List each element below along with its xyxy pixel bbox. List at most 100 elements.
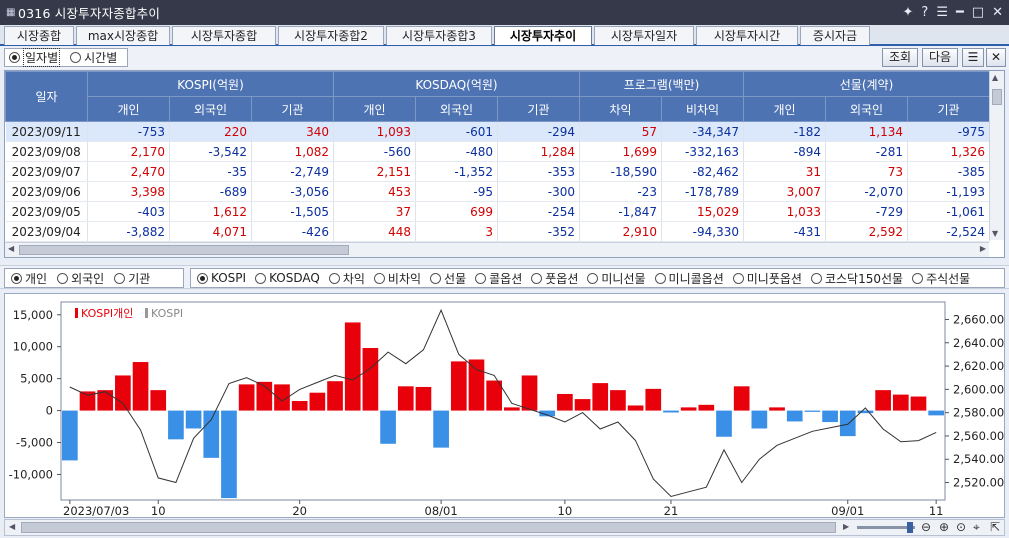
market-radio[interactable]: 콜옵션 <box>475 270 522 287</box>
bar[interactable] <box>627 405 644 411</box>
table-row[interactable]: 2023/09/11 -753 220 340 1,093 -601 -294 57 -34,3… <box>5 121 990 142</box>
bar[interactable] <box>468 359 485 411</box>
column-header[interactable]: 기관 <box>497 96 580 122</box>
zoom-slider-handle[interactable] <box>907 522 913 533</box>
table-row[interactable]: 2023/09/08 2,170 -3,542 1,082 -560 -480 1,284 1… <box>5 141 990 162</box>
tab-market-investor-trend[interactable]: 시장투자추이 <box>494 26 592 45</box>
bar[interactable] <box>362 347 379 411</box>
bar[interactable] <box>309 392 326 411</box>
investor-radio[interactable]: 개인 <box>11 270 47 287</box>
bar[interactable] <box>928 410 944 416</box>
column-header[interactable]: 외국인 <box>415 96 498 122</box>
chart-scroll-bar[interactable]: ◀ ▶ ⊖ ⊕ ⊙ ⌖ ⇱ <box>4 519 1005 536</box>
tab-stock-market-funds[interactable]: 증시자금 <box>800 26 870 45</box>
bar[interactable] <box>344 322 361 411</box>
tab-max-market-overview[interactable]: max시장종합 <box>76 26 170 45</box>
column-header[interactable]: 개인 <box>743 96 826 122</box>
close-icon[interactable]: ✕ <box>992 5 1003 20</box>
investor-radio[interactable]: 외국인 <box>57 270 104 287</box>
bar[interactable] <box>751 410 768 429</box>
bar[interactable] <box>592 383 609 411</box>
bar[interactable] <box>892 394 909 411</box>
market-radio[interactable]: 차익 <box>328 270 365 287</box>
grid-horizontal-scrollbar[interactable]: ◀ ▶ <box>5 242 989 257</box>
scroll-right-icon[interactable]: ▶ <box>980 244 986 253</box>
column-header[interactable]: 외국인 <box>825 96 908 122</box>
column-header[interactable]: 개인 <box>87 96 170 122</box>
table-row[interactable]: 2023/09/07 2,470 -35 -2,749 2,151 -1,352 -353-… <box>5 161 990 182</box>
bar[interactable] <box>132 362 149 411</box>
tab-market-investor-overview-3[interactable]: 시장투자종합3 <box>386 26 492 45</box>
bar[interactable] <box>716 410 732 437</box>
bar[interactable] <box>504 407 520 411</box>
bar[interactable] <box>168 410 184 440</box>
market-radio[interactable]: 미니선물 <box>587 270 646 287</box>
bar[interactable] <box>875 390 891 411</box>
date-header[interactable]: 일자 <box>5 71 88 122</box>
scroll-down-icon[interactable]: ▼ <box>992 229 998 238</box>
market-radio[interactable]: 미니콜옵션 <box>654 270 724 287</box>
column-header[interactable]: 차익 <box>579 96 662 122</box>
bar[interactable] <box>769 407 785 411</box>
tab-market-overview[interactable]: 시장종합 <box>4 26 74 45</box>
bar[interactable] <box>698 404 715 411</box>
column-header[interactable]: 개인 <box>333 96 416 122</box>
zoom-out-icon[interactable]: ⊖ <box>921 520 931 534</box>
pointer-icon[interactable]: ⇱ <box>990 520 1000 534</box>
bar[interactable] <box>450 361 467 411</box>
bar[interactable] <box>610 390 626 411</box>
table-row[interactable]: 2023/09/05 -403 1,612 -1,505 37 699 -254 -1,847… <box>5 201 990 222</box>
horizontal-scroll-thumb[interactable] <box>19 245 349 255</box>
bar[interactable] <box>238 384 255 411</box>
bar[interactable] <box>433 410 449 448</box>
investor-radio[interactable]: 기관 <box>114 270 150 287</box>
close-panel-icon[interactable]: ✕ <box>986 48 1006 67</box>
list-view-icon[interactable]: ☰ <box>962 48 984 67</box>
zoom-reset-icon[interactable]: ⊙ <box>956 520 966 534</box>
scroll-left-icon[interactable]: ◀ <box>8 244 14 253</box>
bar[interactable] <box>733 386 750 411</box>
market-radio[interactable]: 선물 <box>430 270 466 287</box>
scroll-up-icon[interactable]: ▲ <box>992 73 998 82</box>
chart-scroll-thumb[interactable] <box>21 522 836 533</box>
market-radio[interactable]: 코스닥150선물 <box>810 270 903 287</box>
minimize-icon[interactable]: ━ <box>956 5 964 20</box>
zoom-in-icon[interactable]: ⊕ <box>939 520 949 534</box>
tab-market-investor-overview-2[interactable]: 시장투자종합2 <box>278 26 384 45</box>
bar[interactable] <box>115 375 131 411</box>
maximize-icon[interactable]: □ <box>972 5 984 20</box>
tab-market-investor-overview[interactable]: 시장투자종합 <box>172 26 276 45</box>
inquiry-button[interactable]: 조회 <box>882 48 918 67</box>
tab-market-investor-daily[interactable]: 시장투자일자 <box>594 26 694 45</box>
bar[interactable] <box>521 375 538 411</box>
bar[interactable] <box>150 390 167 411</box>
market-radio[interactable]: 주식선물 <box>912 270 970 287</box>
crosshair-icon[interactable]: ⌖ <box>973 520 980 535</box>
bar[interactable] <box>203 410 220 458</box>
market-radio[interactable]: 비차익 <box>373 270 421 287</box>
investor-trend-chart[interactable]: 15,000 10,000 5,000 0 -5,000 -10,000 2,660.00 2… <box>4 293 1005 518</box>
time-radio[interactable]: 시간별 <box>70 49 117 66</box>
chart-scroll-left-icon[interactable]: ◀ <box>9 522 15 531</box>
tab-market-investor-time[interactable]: 시장투자시간 <box>696 26 798 45</box>
kospi-index-line[interactable] <box>69 308 937 498</box>
bar[interactable] <box>380 410 396 444</box>
column-header[interactable]: 비차익 <box>661 96 744 122</box>
bar[interactable] <box>663 410 679 413</box>
bar[interactable] <box>221 410 237 499</box>
bar[interactable] <box>680 407 697 411</box>
bar[interactable] <box>415 386 432 411</box>
chart-scroll-right-icon[interactable]: ▶ <box>843 522 849 531</box>
bar[interactable] <box>62 410 78 461</box>
bar[interactable] <box>839 410 856 437</box>
market-radio[interactable]: KOSPI <box>197 271 246 285</box>
vertical-scroll-thumb[interactable] <box>992 89 1002 105</box>
help-icon[interactable]: ? <box>921 5 928 20</box>
market-radio[interactable]: 미니풋옵션 <box>732 270 802 287</box>
column-header[interactable]: 외국인 <box>169 96 252 122</box>
pin-icon[interactable]: ✦ <box>903 5 914 20</box>
menu-icon[interactable]: ☰ <box>936 5 948 20</box>
bar[interactable] <box>397 386 414 411</box>
column-header[interactable]: 기관 <box>907 96 990 122</box>
grid-vertical-scrollbar[interactable]: ▲ ▼ <box>989 71 1004 240</box>
